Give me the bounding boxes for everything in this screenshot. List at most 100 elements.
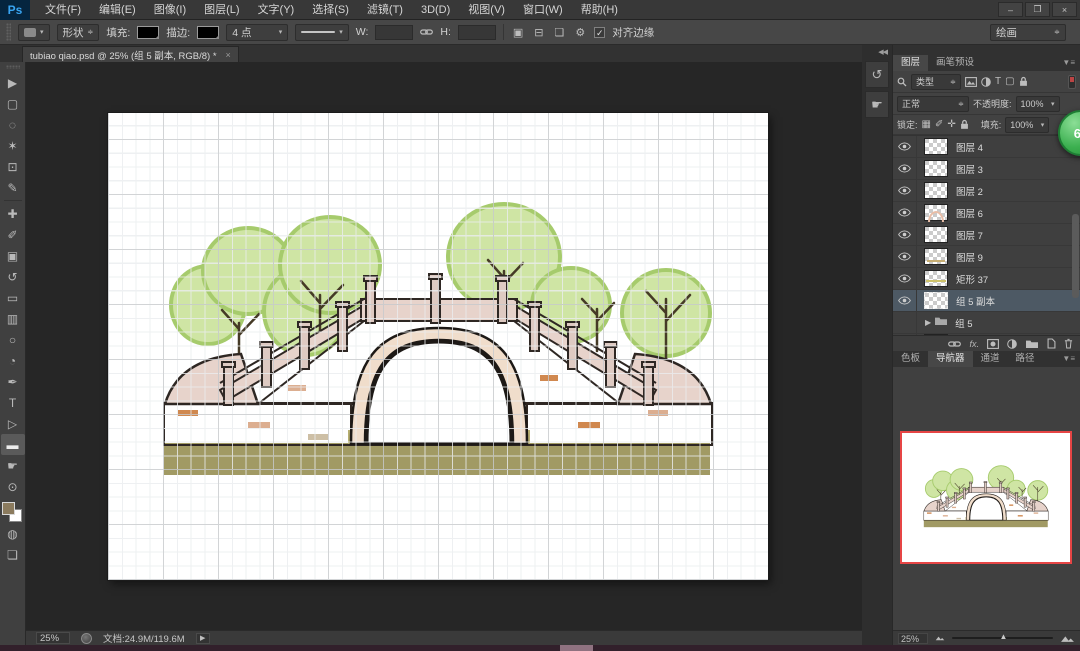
tool-preset-picker[interactable]: ▾ [18,24,50,41]
filter-type-layers-icon[interactable]: T [995,76,1001,87]
pen-tool[interactable]: ✒ [1,371,25,392]
layer-style-fx-icon[interactable]: fx. [969,339,979,349]
tool-mode-select[interactable]: 形状 ≑ [57,24,100,41]
layer-filter-toggle[interactable] [1068,75,1076,89]
layer-thumbnail[interactable] [924,138,948,155]
tab-navigator[interactable]: 导航器 [928,351,973,367]
stroke-color-swatch[interactable] [197,26,219,39]
status-menu-arrow-icon[interactable]: ▶ [196,633,210,644]
gradient-tool[interactable]: ▥ [1,308,25,329]
slider-thumb[interactable]: ▲ [999,632,1007,641]
layer-row[interactable]: 图层 7 [893,224,1080,246]
navigator-proxy-view[interactable] [900,431,1072,564]
blur-tool[interactable]: ○ [1,329,25,350]
eyedropper-tool[interactable]: ✎ [1,177,25,198]
stroke-type-select[interactable]: ▾ [295,24,349,41]
clone-stamp-tool[interactable]: ▣ [1,245,25,266]
zoom-out-mountain-icon[interactable] [935,635,945,641]
menu-layer[interactable]: 图层(L) [195,0,248,20]
layer-row[interactable]: 图层 9 [893,246,1080,268]
crop-tool[interactable]: ⊡ [1,156,25,177]
visibility-eye-icon[interactable] [893,224,917,245]
layer-list-scrollbar[interactable] [1072,214,1079,298]
visibility-eye-icon[interactable] [893,136,917,157]
path-operations-icon[interactable]: ▣ [511,26,525,39]
filter-adjustment-layers-icon[interactable] [981,77,991,87]
filter-smart-objects-icon[interactable] [1019,76,1028,87]
tab-paths[interactable]: 路径 [1008,351,1043,367]
filter-pixel-layers-icon[interactable] [965,77,977,87]
quick-mask-button[interactable]: ◍ [1,523,25,544]
minimize-button[interactable]: – [998,2,1023,17]
layer-row[interactable]: 图层 2 [893,180,1080,202]
zoom-tool[interactable]: ⊙ [1,476,25,497]
dodge-tool[interactable]: ◔ [1,350,25,371]
blend-mode-select[interactable]: 正常 ≑ [897,96,969,112]
layer-row-partial[interactable] [893,334,1080,335]
layer-row-selected[interactable]: 组 5 副本 [893,290,1080,312]
tab-channels[interactable]: 通道 [973,351,1008,367]
expand-panels-icon[interactable]: ◀◀ [878,48,887,56]
path-arrangement-icon[interactable]: ❏ [553,26,567,39]
layer-row[interactable]: 图层 6 [893,202,1080,224]
layer-group-row[interactable]: ▶ 组 5 [893,312,1080,334]
link-layers-icon[interactable] [948,340,961,348]
zoom-level-field[interactable]: 25% [36,632,70,644]
navigator-zoom-field[interactable]: 25% [898,633,928,644]
visibility-eye-icon[interactable] [893,158,917,179]
adjustment-layer-icon[interactable] [1007,339,1017,349]
fill-color-swatch[interactable] [137,26,159,39]
new-layer-icon[interactable] [1047,338,1056,349]
layer-row[interactable]: 矩形 37 [893,268,1080,290]
move-tool[interactable]: ▶ [1,72,25,93]
layer-thumbnail[interactable] [924,182,948,199]
triangle-right-icon[interactable]: ▶ [925,318,931,327]
screen-mode-button[interactable]: ❏ [1,544,25,565]
foreground-color-swatch[interactable] [2,502,15,515]
menu-help[interactable]: 帮助(H) [572,0,627,20]
layer-thumbnail[interactable] [924,160,948,177]
type-tool[interactable]: T [1,392,25,413]
tab-close-icon[interactable]: × [226,50,231,60]
layer-thumbnail[interactable] [924,204,948,221]
panel-menu-icon[interactable]: ▼≡ [1062,351,1080,367]
filter-type-select[interactable]: 类型 ≑ [911,74,961,90]
brush-tool[interactable]: ✐ [1,224,25,245]
path-alignment-icon[interactable]: ⊟ [532,26,545,39]
menu-edit[interactable]: 编辑(E) [90,0,145,20]
close-button[interactable]: × [1052,2,1077,17]
panel-menu-icon[interactable]: ▼≡ [1062,55,1080,71]
document-canvas[interactable] [108,113,768,580]
quick-selection-tool[interactable]: ✶ [1,135,25,156]
spot-healing-brush-tool[interactable]: ✚ [1,203,25,224]
visibility-eye-icon[interactable] [893,202,917,223]
layer-row[interactable]: 图层 3 [893,158,1080,180]
restore-button[interactable]: ❐ [1025,2,1050,17]
menu-window[interactable]: 窗口(W) [514,0,572,20]
menu-file[interactable]: 文件(F) [36,0,90,20]
layer-row[interactable]: 图层 4 [893,136,1080,158]
lock-position-icon[interactable]: ✛ [947,119,955,130]
lock-all-icon[interactable] [960,119,969,130]
visibility-eye-icon[interactable] [893,180,917,201]
navigator-zoom-slider[interactable]: ▲ [952,637,1053,639]
menu-type[interactable]: 文字(Y) [249,0,304,20]
fill-select[interactable]: 100% ▾ [1005,117,1049,133]
lock-transparency-icon[interactable]: ▦ [922,119,931,130]
tool-presets-panel-icon[interactable]: ☛ [865,91,889,118]
filter-shape-layers-icon[interactable]: ▢ [1005,76,1014,87]
visibility-eye-icon[interactable] [893,246,917,267]
menu-view[interactable]: 视图(V) [459,0,514,20]
delete-layer-icon[interactable] [1064,338,1073,349]
layer-thumbnail[interactable] [924,292,948,309]
stroke-width-select[interactable]: 4 点 ▾ [226,24,288,41]
visibility-eye-icon[interactable] [893,268,917,289]
rectangular-marquee-tool[interactable]: ▢ [1,93,25,114]
menu-image[interactable]: 图像(I) [145,0,195,20]
layer-thumbnail[interactable] [924,248,948,265]
zoom-in-mountain-icon[interactable] [1060,634,1075,643]
new-group-icon[interactable] [1025,339,1039,349]
lasso-tool[interactable]: ◌ [1,114,25,135]
menu-3d[interactable]: 3D(D) [412,0,459,20]
visibility-empty-checkbox[interactable] [893,312,917,333]
